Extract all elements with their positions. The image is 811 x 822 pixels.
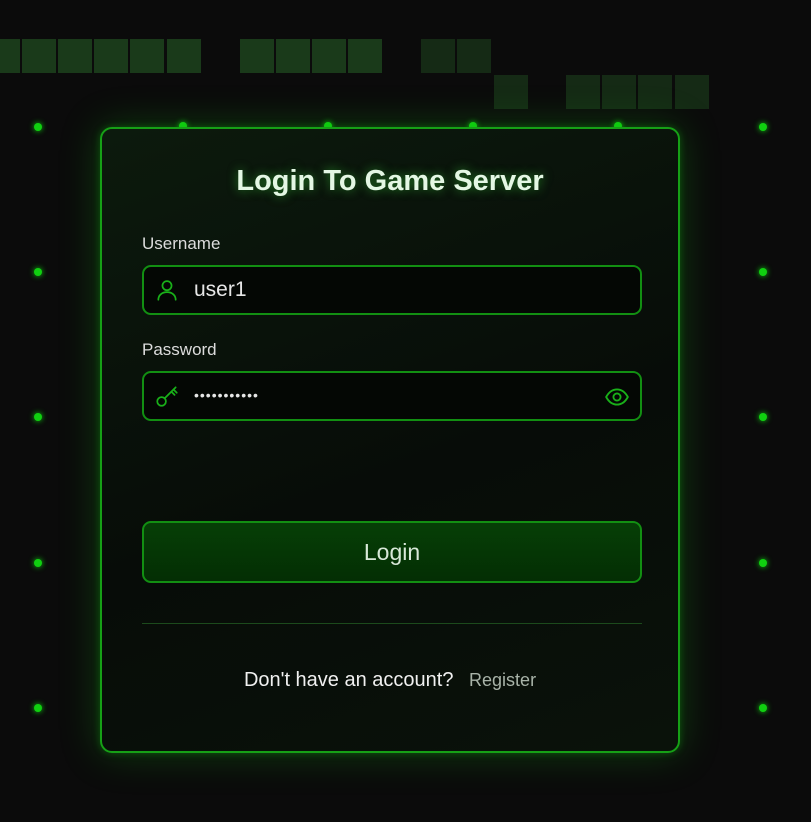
bg-dot <box>759 413 767 421</box>
bg-tile <box>276 39 310 73</box>
bg-dot <box>759 704 767 712</box>
username-input[interactable]: user1 <box>142 265 642 315</box>
bg-dot <box>34 559 42 567</box>
bg-tile <box>494 75 528 109</box>
bg-tile <box>22 39 56 73</box>
bg-tile <box>602 75 636 109</box>
user-icon <box>157 280 177 301</box>
bg-tile <box>58 39 92 73</box>
bg-dot <box>34 704 42 712</box>
bg-tile <box>312 39 346 73</box>
login-button[interactable]: Login <box>142 521 642 583</box>
bg-dot <box>34 123 42 131</box>
bg-tile <box>0 39 20 73</box>
bg-tile <box>94 39 128 73</box>
bg-tile <box>566 75 600 109</box>
register-prompt: Don't have an account? Register <box>102 669 678 692</box>
password-input[interactable]: ••••••••••• <box>142 371 642 421</box>
register-link[interactable]: Register <box>469 670 536 690</box>
bg-dot <box>34 413 42 421</box>
divider <box>142 623 642 624</box>
login-card: Login To Game Server Username user1 Pass… <box>100 127 680 753</box>
password-value: ••••••••••• <box>194 387 259 403</box>
bg-tile <box>675 75 709 109</box>
username-label: Username <box>142 234 221 253</box>
eye-icon[interactable] <box>604 384 630 410</box>
bg-tile <box>240 39 274 73</box>
login-title: Login To Game Server <box>236 165 544 197</box>
bg-tile <box>348 39 382 73</box>
key-icon <box>156 386 178 407</box>
bg-tile <box>130 39 164 73</box>
username-value: user1 <box>194 278 247 301</box>
bg-tile <box>457 39 491 73</box>
bg-dot <box>759 123 767 131</box>
bg-tile <box>167 39 201 73</box>
bg-dot <box>759 559 767 567</box>
password-label: Password <box>142 340 217 359</box>
bg-tile <box>421 39 455 73</box>
bg-tile <box>638 75 672 109</box>
bg-dot <box>759 268 767 276</box>
bg-dot <box>34 268 42 276</box>
register-prompt-text: Don't have an account? <box>243 669 454 691</box>
